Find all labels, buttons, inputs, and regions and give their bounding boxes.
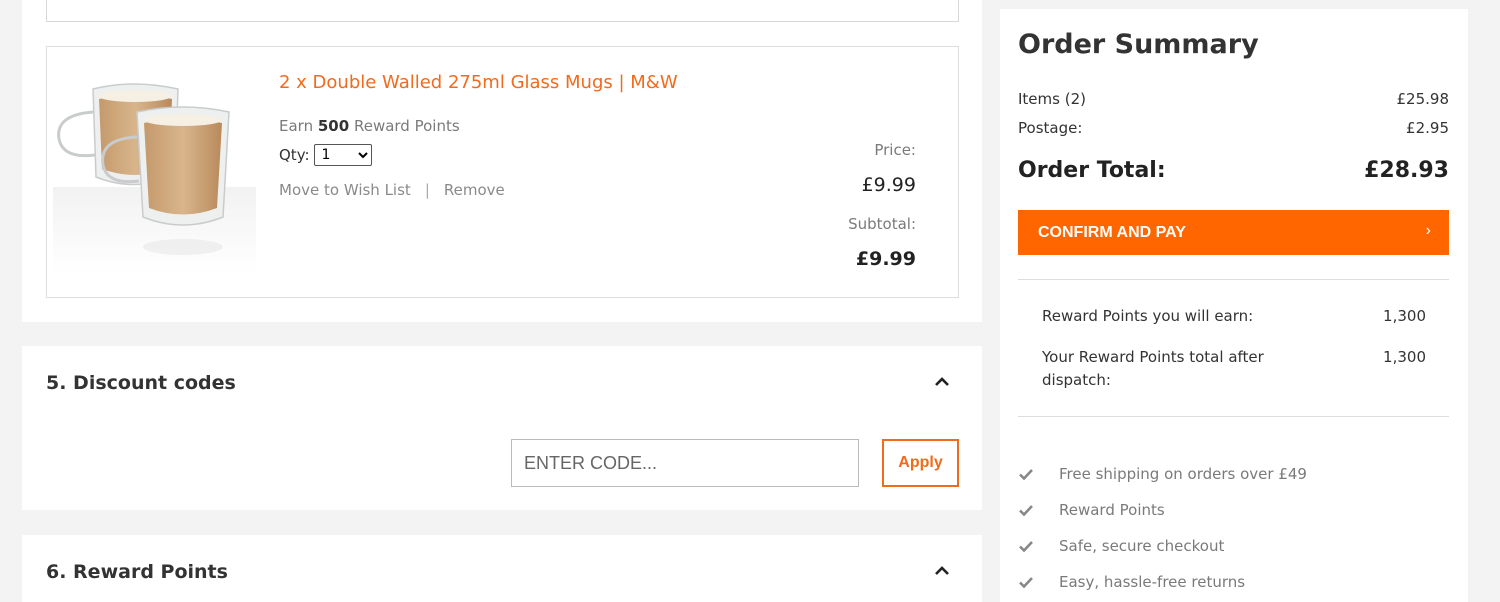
check-icon: [1019, 469, 1033, 481]
order-summary-panel: Order Summary Items (2) £25.98 Postage: …: [1000, 9, 1468, 602]
benefit-label: Easy, hassle-free returns: [1059, 573, 1246, 591]
discount-code-input[interactable]: [511, 439, 859, 487]
reward-earn-label: Reward Points you will earn:: [1042, 307, 1254, 325]
order-total-value: £28.93: [1364, 158, 1449, 183]
check-icon: [1019, 541, 1033, 553]
items-label: Items (2): [1018, 90, 1086, 108]
price-value: £9.99: [861, 174, 916, 196]
benefit-label: Reward Points: [1059, 501, 1165, 519]
item-actions: Move to Wish List | Remove: [279, 181, 505, 199]
discount-section-title: 5. Discount codes: [46, 372, 236, 394]
earn-suffix: Reward Points: [353, 117, 460, 135]
chevron-right-icon: ›: [1425, 222, 1431, 239]
cart-items-panel: 2 x Double Walled 275ml Glass Mugs | M&W…: [22, 0, 982, 322]
qty-label: Qty:: [279, 146, 310, 164]
previous-cart-item: [46, 0, 959, 22]
benefit-item: Safe, secure checkout: [1018, 528, 1307, 564]
quantity-control: Qty: 1: [279, 144, 372, 166]
earn-reward-points-text: Earn 500 Reward Points: [279, 117, 460, 135]
check-icon: [1019, 505, 1033, 517]
benefit-label: Safe, secure checkout: [1059, 537, 1225, 555]
reward-earn-row: Reward Points you will earn: 1,300: [1042, 305, 1426, 328]
divider: [1018, 279, 1449, 280]
quantity-select[interactable]: 1: [313, 144, 372, 166]
reward-total-label: Your Reward Points total after dispatch:: [1042, 348, 1264, 389]
cart-item-card: 2 x Double Walled 275ml Glass Mugs | M&W…: [46, 46, 959, 298]
benefit-item: Free shipping on orders over £49: [1018, 456, 1307, 492]
order-total-row: Order Total: £28.93: [1018, 158, 1449, 183]
move-to-wishlist-link[interactable]: Move to Wish List: [279, 181, 411, 199]
confirm-and-pay-button[interactable]: CONFIRM AND PAY ›: [1018, 210, 1449, 255]
subtotal-label: Subtotal:: [848, 215, 916, 233]
reward-total-row: Your Reward Points total after dispatch:…: [1042, 346, 1426, 392]
chevron-up-icon[interactable]: [934, 374, 950, 390]
action-separator: |: [424, 181, 430, 199]
postage-row: Postage: £2.95: [1018, 119, 1449, 137]
order-total-label: Order Total:: [1018, 158, 1166, 183]
postage-value: £2.95: [1406, 119, 1449, 137]
subtotal-value: £9.99: [855, 248, 916, 270]
reward-points-section: 6. Reward Points: [22, 535, 982, 602]
postage-label: Postage:: [1018, 119, 1083, 137]
items-row: Items (2) £25.98: [1018, 90, 1449, 108]
reward-section-title: 6. Reward Points: [46, 561, 228, 583]
chevron-up-icon[interactable]: [934, 563, 950, 579]
price-label: Price:: [874, 141, 916, 159]
check-icon: [1019, 577, 1033, 589]
product-image[interactable]: [53, 77, 256, 273]
benefit-label: Free shipping on orders over £49: [1059, 465, 1307, 483]
remove-link[interactable]: Remove: [444, 181, 505, 199]
benefit-item: Reward Points: [1018, 492, 1307, 528]
discount-codes-section: 5. Discount codes Apply: [22, 346, 982, 510]
order-summary-title: Order Summary: [1018, 29, 1259, 60]
reward-total-value: 1,300: [1383, 348, 1426, 366]
product-title-link[interactable]: 2 x Double Walled 275ml Glass Mugs | M&W: [279, 72, 678, 93]
earn-prefix: Earn: [279, 117, 314, 135]
reward-earn-value: 1,300: [1383, 307, 1426, 325]
earn-points-value: 500: [317, 117, 350, 135]
benefit-item: Easy, hassle-free returns: [1018, 564, 1307, 600]
divider: [1018, 416, 1449, 417]
confirm-label: CONFIRM AND PAY: [1038, 223, 1186, 241]
items-value: £25.98: [1396, 90, 1450, 108]
apply-button[interactable]: Apply: [882, 439, 959, 487]
benefits-list: Free shipping on orders over £49 Reward …: [1018, 456, 1307, 600]
